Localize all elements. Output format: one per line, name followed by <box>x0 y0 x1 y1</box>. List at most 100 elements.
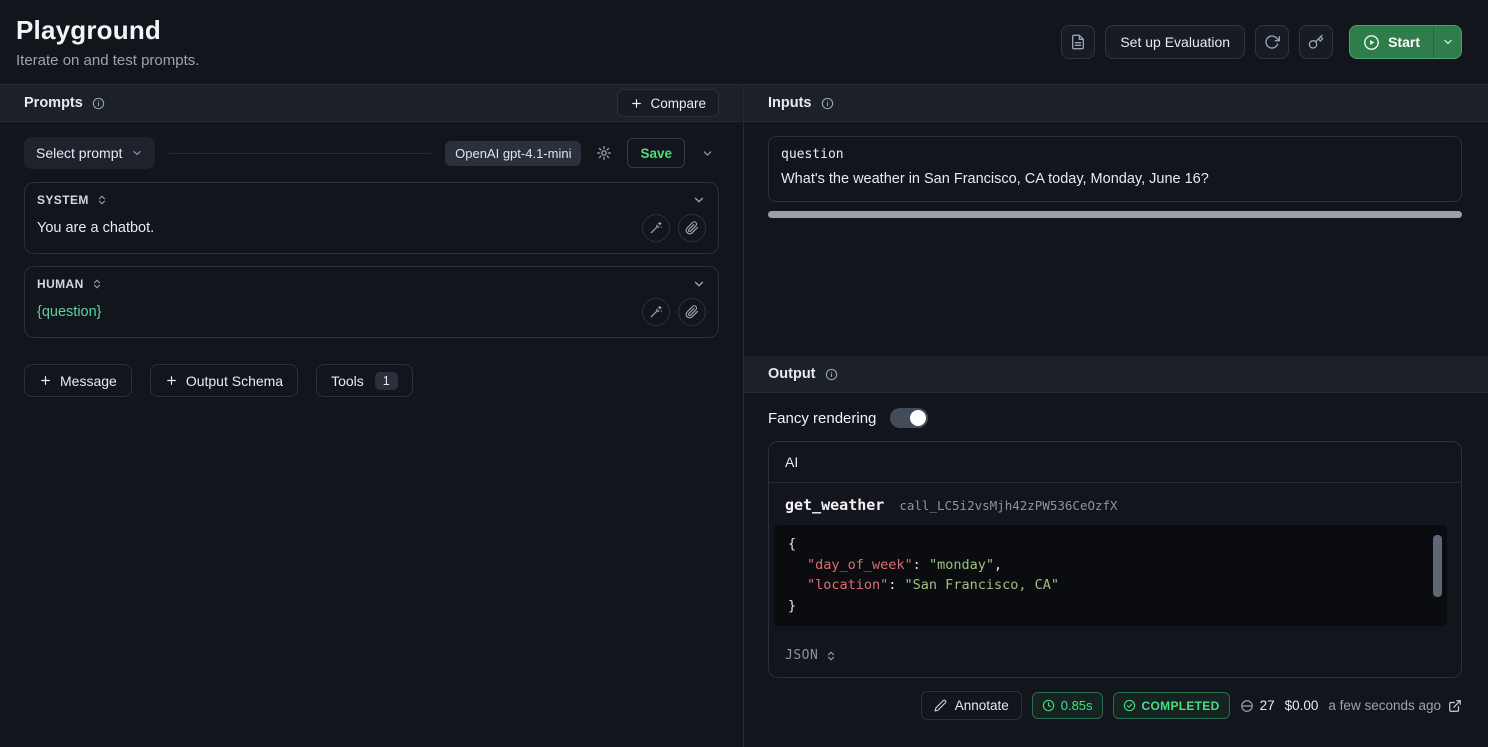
wand-icon <box>649 221 663 235</box>
input-variable-name: question <box>781 147 1449 162</box>
model-badge[interactable]: OpenAI gpt-4.1-mini <box>445 141 581 166</box>
code-line: "location": "San Francisco, CA" <box>788 575 1433 596</box>
chevron-down-icon <box>131 147 143 159</box>
status-value: COMPLETED <box>1142 699 1220 713</box>
system-message-text[interactable]: You are a chatbot. <box>37 220 154 236</box>
wand-icon <box>649 305 663 319</box>
prompt-toolbar: Select prompt OpenAI gpt-4.1-mini Save <box>24 137 719 169</box>
annotate-label: Annotate <box>955 698 1009 713</box>
prompt-footer-buttons: Message Output Schema Tools 1 <box>24 364 719 397</box>
info-icon <box>92 97 105 110</box>
model-settings-button[interactable] <box>591 140 617 166</box>
prompts-section-bar: Prompts Compare <box>0 85 743 122</box>
prompts-section-heading: Prompts <box>24 95 105 111</box>
paperclip-icon <box>685 221 699 235</box>
sort-arrows-icon <box>825 650 837 662</box>
add-output-schema-button[interactable]: Output Schema <box>150 364 298 397</box>
play-circle-icon <box>1363 34 1380 51</box>
collapse-message-button[interactable] <box>692 277 706 291</box>
code-line: "day_of_week": "monday", <box>788 555 1433 576</box>
tokens-icon <box>1240 699 1254 713</box>
inputs-horizontal-scrollbar[interactable] <box>768 211 1462 218</box>
role-label: HUMAN <box>37 277 84 291</box>
key-icon <box>1308 34 1324 50</box>
format-selector[interactable]: JSON <box>769 636 1461 677</box>
tool-args-code-block[interactable]: { "day_of_week": "monday", "location": "… <box>774 525 1447 626</box>
annotate-button[interactable]: Annotate <box>921 691 1022 720</box>
format-label: JSON <box>785 648 818 663</box>
ai-role-label: AI <box>785 454 798 470</box>
plus-icon <box>39 374 52 387</box>
compare-button-label: Compare <box>650 96 706 111</box>
page-title: Playground <box>16 15 199 46</box>
chevron-down-icon <box>701 147 714 160</box>
info-icon <box>825 368 838 381</box>
add-output-schema-label: Output Schema <box>186 373 283 389</box>
fancy-rendering-label: Fancy rendering <box>768 410 876 427</box>
cost: $0.00 <box>1285 698 1319 713</box>
code-line: { <box>788 534 1433 555</box>
add-message-button[interactable]: Message <box>24 364 132 397</box>
main-split: Prompts Compare Select prompt <box>0 84 1488 747</box>
attachment-button[interactable] <box>678 214 706 242</box>
message-actions <box>642 298 706 326</box>
role-selector[interactable] <box>91 278 103 290</box>
latency-badge[interactable]: 0.85s <box>1032 692 1103 719</box>
external-link-icon <box>1448 699 1462 713</box>
attachment-button[interactable] <box>678 298 706 326</box>
toggle-knob <box>910 410 926 426</box>
select-prompt-button[interactable]: Select prompt <box>24 137 155 169</box>
tools-label: Tools <box>331 373 364 389</box>
role-label: SYSTEM <box>37 193 89 207</box>
message-head: HUMAN <box>37 277 706 291</box>
ai-role-row: AI <box>769 442 1461 483</box>
start-options-button[interactable] <box>1433 26 1461 58</box>
wand-button[interactable] <box>642 214 670 242</box>
collapse-message-button[interactable] <box>692 193 706 207</box>
message-actions <box>642 214 706 242</box>
run-status-row: Annotate 0.85s COMPLETED <box>768 691 1462 720</box>
info-icon <box>821 97 834 110</box>
inputs-title: Inputs <box>768 95 812 111</box>
human-message-text[interactable]: {question} <box>37 304 102 320</box>
start-button[interactable]: Start <box>1350 26 1433 58</box>
page-heading: Playground Iterate on and test prompts. <box>16 15 199 69</box>
tool-call-row: get_weather call_LC5i2vsMjh42zPW536CeOzf… <box>769 483 1461 519</box>
save-button[interactable]: Save <box>627 138 685 168</box>
message-body: {question} <box>37 298 706 326</box>
pencil-icon <box>934 699 947 712</box>
message-head: SYSTEM <box>37 193 706 207</box>
chevron-down-icon <box>1442 36 1454 48</box>
tools-button[interactable]: Tools 1 <box>316 364 413 397</box>
top-header: Playground Iterate on and test prompts. … <box>0 0 1488 84</box>
start-button-group: Start <box>1349 25 1462 59</box>
setup-evaluation-button[interactable]: Set up Evaluation <box>1105 25 1245 59</box>
select-prompt-label: Select prompt <box>36 145 122 161</box>
code-vertical-scrollbar[interactable] <box>1433 535 1442 597</box>
refresh-button[interactable] <box>1255 25 1289 59</box>
compare-button[interactable]: Compare <box>617 89 719 117</box>
document-icon-button[interactable] <box>1061 25 1095 59</box>
role-selector[interactable] <box>96 194 108 206</box>
timestamp: a few seconds ago <box>1328 698 1441 713</box>
paperclip-icon <box>685 305 699 319</box>
api-key-button[interactable] <box>1299 25 1333 59</box>
top-actions: Set up Evaluation Start <box>1061 25 1462 59</box>
status-badge: COMPLETED <box>1113 692 1230 719</box>
tool-call-id: call_LC5i2vsMjh42zPW536CeOzfX <box>899 498 1117 513</box>
inputs-section-bar: Inputs <box>744 85 1488 122</box>
output-section-bar: Output <box>744 356 1488 393</box>
message-card-system: SYSTEM You are a chatbot. <box>24 182 719 254</box>
prompts-body: Select prompt OpenAI gpt-4.1-mini Save <box>0 122 743 412</box>
fancy-rendering-toggle[interactable] <box>890 408 928 428</box>
message-card-human: HUMAN {question} <box>24 266 719 338</box>
input-variable-card: question What's the weather in San Franc… <box>768 136 1462 202</box>
wand-button[interactable] <box>642 298 670 326</box>
code-line: } <box>788 596 1433 617</box>
clock-icon <box>1042 699 1055 712</box>
tool-call-name: get_weather <box>785 496 884 514</box>
prompt-options-button[interactable] <box>695 141 719 165</box>
input-variable-value[interactable]: What's the weather in San Francisco, CA … <box>781 171 1449 187</box>
refresh-icon <box>1264 34 1280 50</box>
trace-link[interactable]: a few seconds ago <box>1328 698 1462 713</box>
